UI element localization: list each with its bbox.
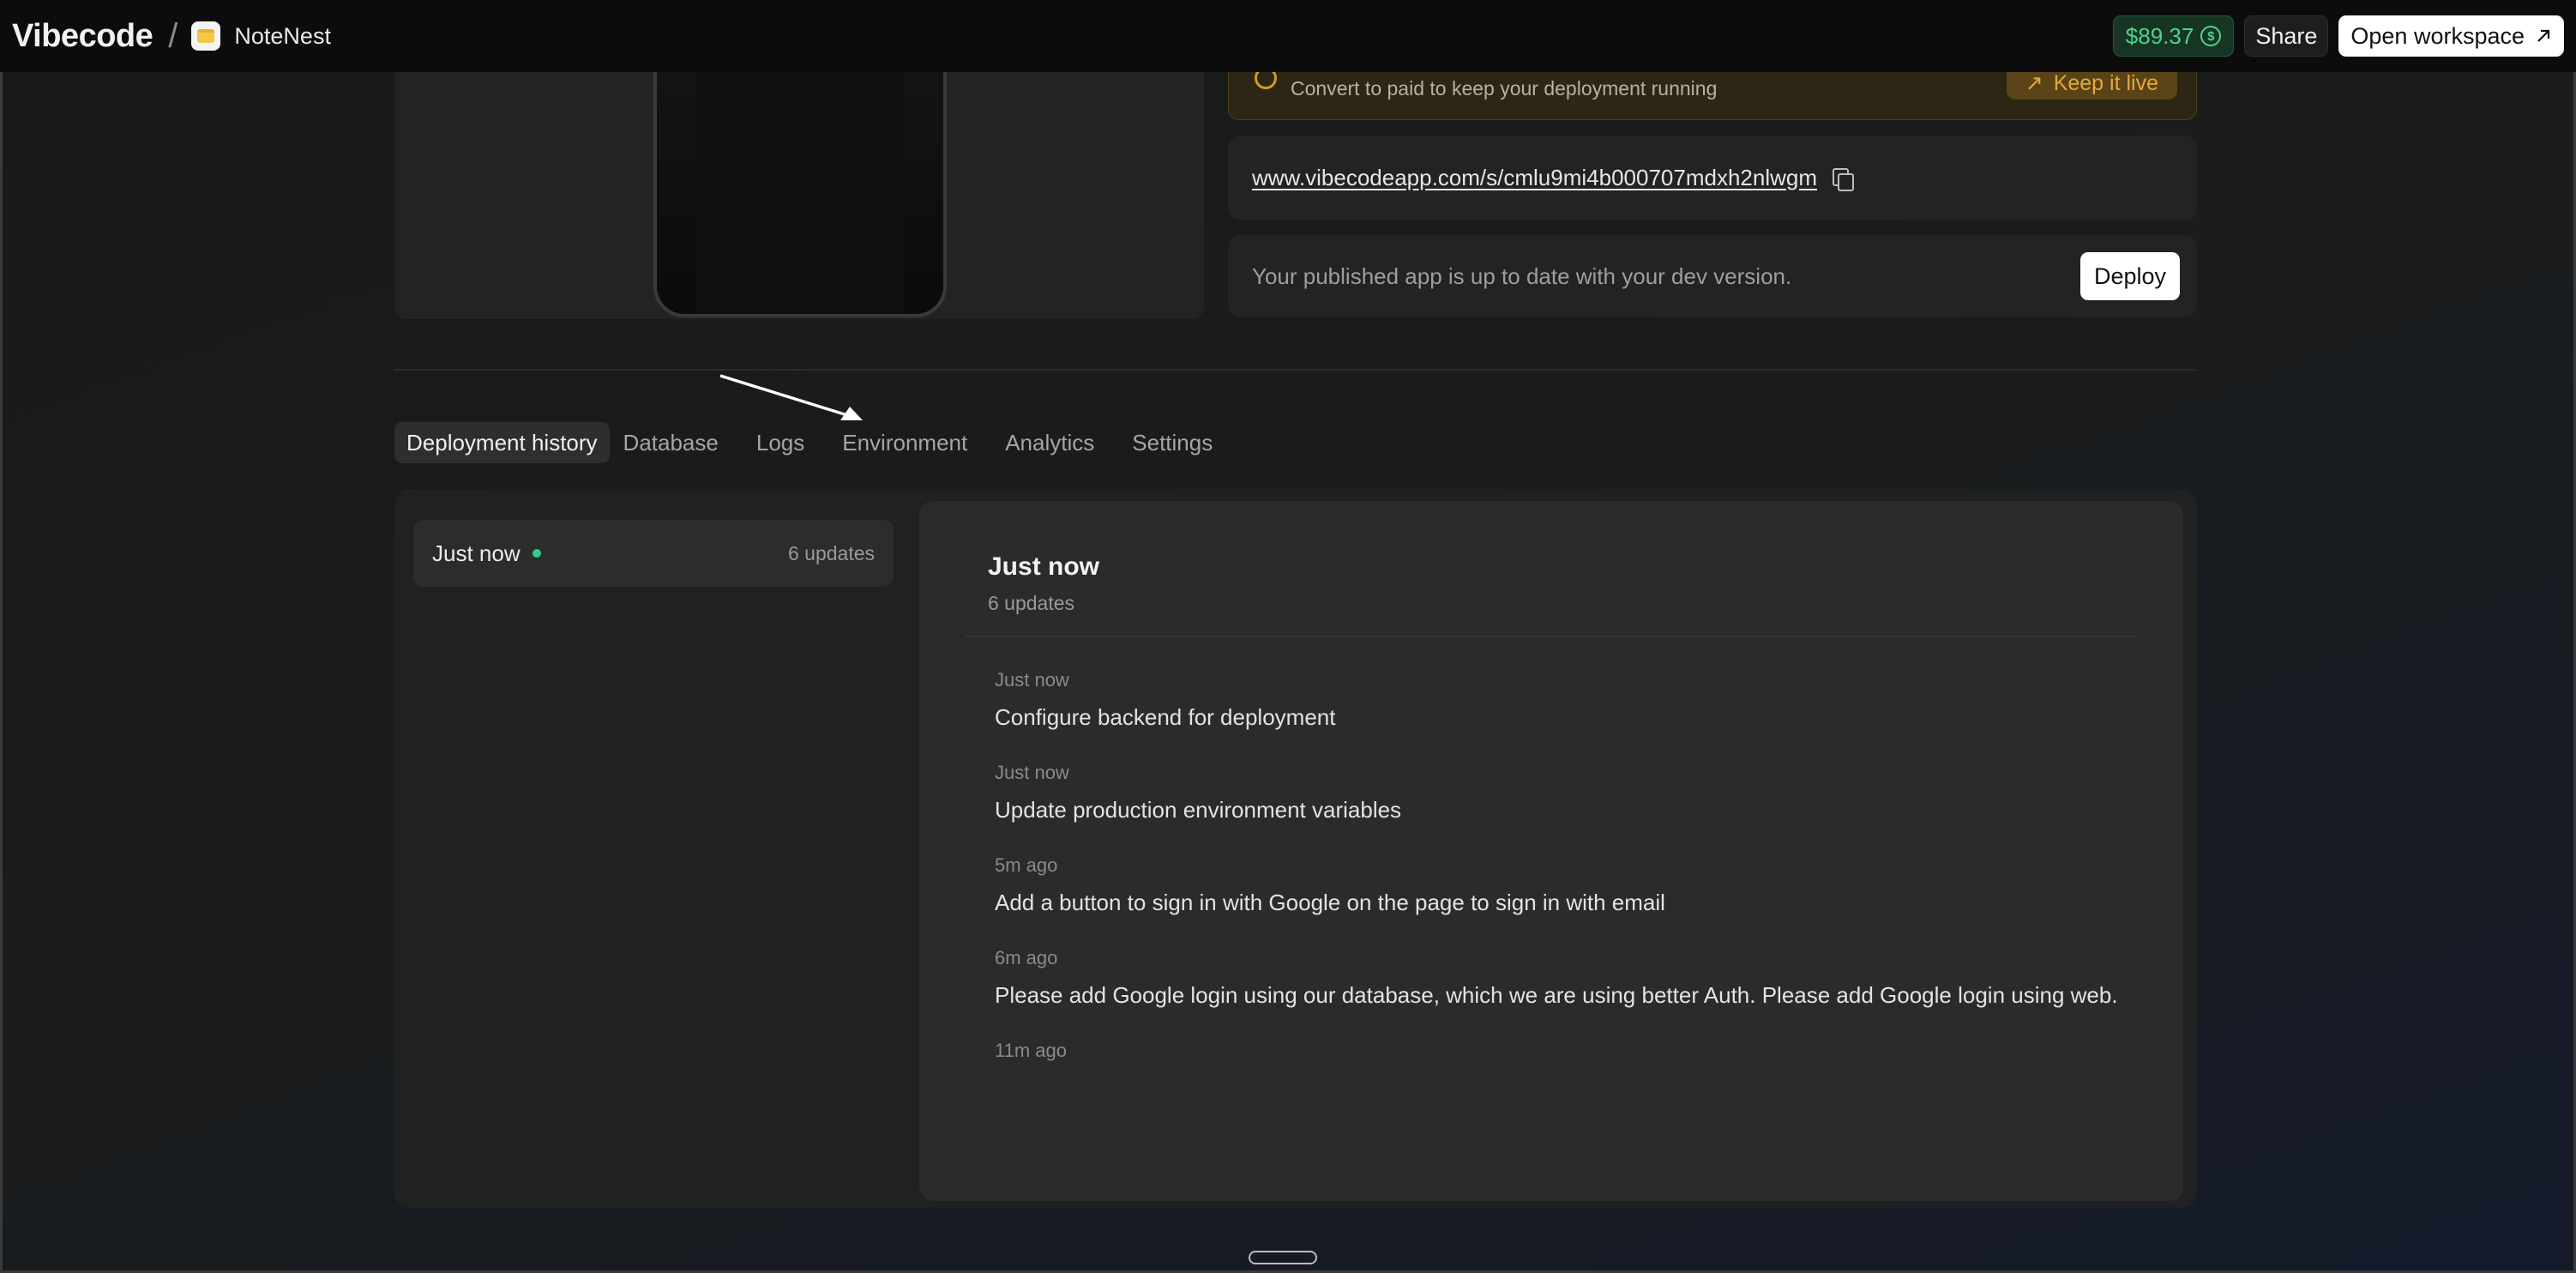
notes-app-icon bbox=[191, 21, 221, 51]
arrow-up-right-icon: ↗ bbox=[2025, 71, 2043, 95]
section-divider bbox=[394, 369, 2197, 371]
tab-settings[interactable]: Settings bbox=[1120, 422, 1225, 463]
arrow-up-right-icon bbox=[2537, 29, 2550, 42]
deploy-button[interactable]: Deploy bbox=[2079, 252, 2180, 300]
open-workspace-label: Open workspace bbox=[2350, 22, 2525, 49]
tab-environment[interactable]: Environment bbox=[830, 422, 979, 463]
published-url-card: www.vibecodeapp.com/s/cmlu9mi4b000707mdx… bbox=[1228, 136, 2197, 220]
home-indicator[interactable] bbox=[1249, 1251, 1317, 1264]
update-entry: 5m ago Add a button to sign in with Goog… bbox=[995, 854, 2127, 918]
detail-title: Just now bbox=[988, 552, 1100, 581]
update-time: Just now bbox=[995, 669, 1069, 691]
tab-bar: Deployment history Database Logs Environ… bbox=[394, 422, 1238, 463]
update-time: 11m ago bbox=[995, 1040, 1067, 1061]
update-entry: 11m ago bbox=[995, 1040, 2127, 1062]
top-actions: $89.37 $ Share Open workspace bbox=[2112, 15, 2564, 57]
banner-message: Convert to paid to keep your deployment … bbox=[1291, 77, 1718, 100]
copy-icon[interactable] bbox=[1831, 166, 1855, 191]
published-url-link[interactable]: www.vibecodeapp.com/s/cmlu9mi4b000707mdx… bbox=[1252, 165, 1817, 191]
app-preview-card bbox=[394, 72, 1204, 319]
detail-subtitle: 6 updates bbox=[988, 592, 1075, 614]
update-entry: Just now Configure backend for deploymen… bbox=[995, 669, 2127, 733]
open-workspace-button[interactable]: Open workspace bbox=[2338, 15, 2564, 57]
update-text: Please add Google login using our databa… bbox=[995, 982, 2118, 1008]
dollar-coin-icon: $ bbox=[2200, 26, 2222, 46]
phone-mockup bbox=[653, 72, 947, 317]
deployment-list-item[interactable]: Just now 6 updates bbox=[413, 520, 894, 587]
balance-amount: $89.37 bbox=[2125, 22, 2194, 49]
tab-database[interactable]: Database bbox=[611, 422, 731, 463]
brand-logo[interactable]: Vibecode bbox=[12, 18, 153, 55]
balance-badge[interactable]: $89.37 $ bbox=[2112, 15, 2235, 57]
share-button[interactable]: Share bbox=[2244, 15, 2329, 57]
deploy-status-message: Your published app is up to date with yo… bbox=[1252, 262, 1792, 289]
update-text: Add a button to sign in with Google on t… bbox=[995, 890, 1665, 915]
update-entry: Just now Update production environment v… bbox=[995, 762, 2127, 825]
detail-divider bbox=[966, 636, 2137, 637]
tab-deployment-history[interactable]: Deployment history bbox=[394, 422, 610, 463]
deployment-history-panel: Just now 6 updates Just now 6 updates Ju… bbox=[394, 489, 2197, 1208]
deployment-detail: Just now 6 updates Just now Configure ba… bbox=[919, 501, 2183, 1201]
update-time: Just now bbox=[995, 762, 1069, 783]
update-text: Configure backend for deployment bbox=[995, 704, 1336, 730]
tab-analytics[interactable]: Analytics bbox=[993, 422, 1106, 463]
keep-it-live-label: Keep it live bbox=[2053, 71, 2158, 95]
keep-it-live-button[interactable]: ↗ Keep it live bbox=[2006, 71, 2177, 100]
update-time: 6m ago bbox=[995, 947, 1058, 968]
live-status-dot bbox=[532, 549, 541, 558]
deployment-update-count: 6 updates bbox=[787, 541, 875, 564]
update-list: Just now Configure backend for deploymen… bbox=[995, 669, 2127, 1091]
update-time: 5m ago bbox=[995, 854, 1058, 876]
tab-logs[interactable]: Logs bbox=[744, 422, 816, 463]
top-bar: Vibecode / NoteNest $89.37 $ Share Open … bbox=[0, 0, 2576, 72]
annotation-arrow bbox=[719, 374, 863, 420]
breadcrumb-separator: / bbox=[168, 16, 178, 55]
update-entry: 6m ago Please add Google login using our… bbox=[995, 947, 2127, 1011]
deploy-status-card: Your published app is up to date with yo… bbox=[1228, 235, 2197, 317]
update-text: Update production environment variables bbox=[995, 797, 1402, 823]
trial-warning-banner: Convert to paid to keep your deployment … bbox=[1228, 67, 2197, 120]
deployment-time: Just now bbox=[432, 540, 521, 566]
app-name[interactable]: NoteNest bbox=[234, 23, 331, 50]
